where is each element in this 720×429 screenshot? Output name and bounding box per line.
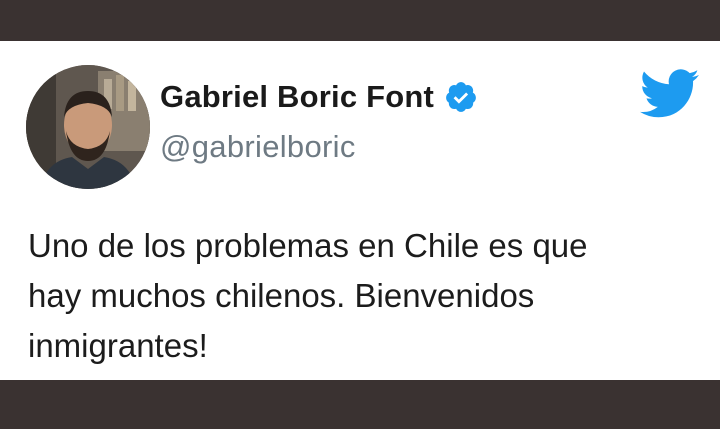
tweet-card: Gabriel Boric Font @gabrielboric Uno de … (0, 41, 720, 380)
avatar[interactable] (26, 65, 150, 189)
verified-badge-icon (446, 82, 476, 112)
display-name[interactable]: Gabriel Boric Font (160, 79, 434, 115)
twitter-bird-icon[interactable] (640, 69, 700, 119)
avatar-photo (26, 65, 150, 189)
top-dark-band (0, 0, 720, 41)
tweet-text-line: Uno de los problemas en Chile es que (28, 227, 588, 264)
tweet-text: Uno de los problemas en Chile es que hay… (28, 221, 698, 371)
bottom-dark-band (0, 380, 720, 429)
tweet-text-line: hay muchos chilenos. Bienvenidos (28, 277, 535, 314)
tweet-text-line: inmigrantes! (28, 327, 208, 364)
author-row: Gabriel Boric Font (160, 79, 478, 115)
username-handle[interactable]: @gabrielboric (160, 129, 356, 165)
